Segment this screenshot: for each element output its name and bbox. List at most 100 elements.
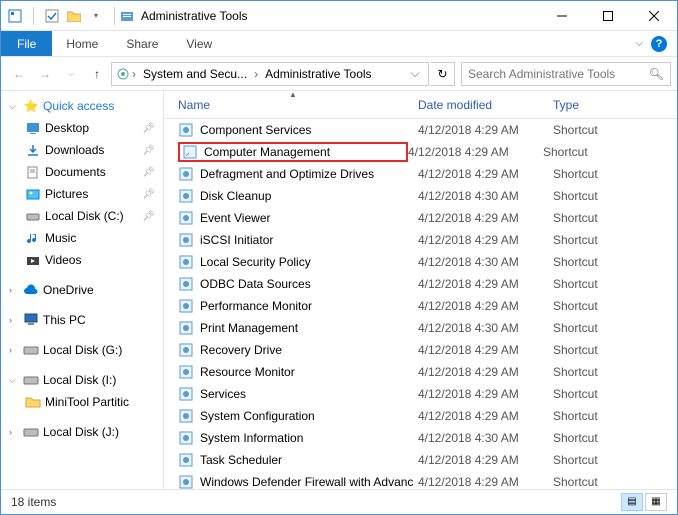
column-date[interactable]: Date modified (418, 98, 553, 112)
sidebar-item[interactable]: Local Disk (C:)📌︎ (1, 205, 163, 227)
file-name: iSCSI Initiator (200, 233, 418, 247)
file-row[interactable]: Recovery Drive4/12/2018 4:29 AMShortcut (164, 339, 677, 361)
sidebar-thispc[interactable]: › This PC (1, 309, 163, 331)
recent-dropdown[interactable]: ⌵ (59, 62, 83, 86)
file-row[interactable]: Performance Monitor4/12/2018 4:29 AMShor… (164, 295, 677, 317)
item-icon (25, 142, 41, 158)
column-type[interactable]: Type (553, 98, 579, 112)
search-icon[interactable]: 🔍︎ (649, 67, 664, 81)
shortcut-icon (178, 276, 194, 292)
file-type: Shortcut (553, 277, 598, 291)
search-input[interactable] (468, 67, 649, 81)
properties-icon[interactable] (7, 8, 23, 24)
expand-ribbon-icon[interactable]: ⌵ (635, 38, 643, 49)
file-row[interactable]: Resource Monitor4/12/2018 4:29 AMShortcu… (164, 361, 677, 383)
caret-icon[interactable]: › (9, 285, 19, 295)
file-type: Shortcut (553, 431, 598, 445)
back-button[interactable]: ← (7, 62, 31, 86)
minimize-button[interactable] (539, 1, 585, 31)
breadcrumb-item[interactable]: Administrative Tools (260, 67, 377, 81)
details-view-button[interactable]: ▤ (621, 493, 643, 511)
caret-icon[interactable]: › (9, 427, 19, 437)
file-row[interactable]: Services4/12/2018 4:29 AMShortcut (164, 383, 677, 405)
file-row[interactable]: iSCSI Initiator4/12/2018 4:29 AMShortcut (164, 229, 677, 251)
sidebar-item[interactable]: Music (1, 227, 163, 249)
tab-view[interactable]: View (172, 31, 226, 56)
shortcut-icon (182, 144, 198, 160)
folder-icon[interactable] (66, 8, 82, 24)
sidebar-quick-access[interactable]: ⌵ ⭐ Quick access (1, 95, 163, 117)
file-name: ODBC Data Sources (200, 277, 418, 291)
checkbox-icon[interactable] (44, 8, 60, 24)
file-type: Shortcut (553, 409, 598, 423)
caret-icon[interactable]: ⌵ (9, 101, 19, 112)
sidebar-item[interactable]: Videos (1, 249, 163, 271)
pin-icon: 📌︎ (142, 167, 155, 178)
tab-share[interactable]: Share (112, 31, 172, 56)
file-row[interactable]: Windows Defender Firewall with Advanc4/1… (164, 471, 677, 489)
item-icon (25, 120, 41, 136)
caret-icon[interactable]: › (9, 315, 19, 325)
maximize-button[interactable] (585, 1, 631, 31)
file-row[interactable]: Computer Management4/12/2018 4:29 AMShor… (164, 141, 677, 163)
refresh-button[interactable]: ↻ (431, 62, 455, 86)
file-row[interactable]: System Information4/12/2018 4:30 AMShort… (164, 427, 677, 449)
control-panel-icon[interactable] (116, 67, 130, 81)
sidebar-item-label: This PC (43, 313, 86, 327)
file-list[interactable]: Component Services4/12/2018 4:29 AMShort… (164, 119, 677, 489)
file-name: Recovery Drive (200, 343, 418, 357)
shortcut-icon (178, 210, 194, 226)
sidebar-drive[interactable]: ›Local Disk (G:) (1, 339, 163, 361)
search-box[interactable]: 🔍︎ (461, 62, 671, 86)
sidebar-item[interactable]: Desktop📌︎ (1, 117, 163, 139)
caret-icon[interactable]: › (9, 345, 19, 355)
breadcrumb-item[interactable]: System and Secu... (138, 67, 252, 81)
chevron-icon[interactable]: › (132, 67, 136, 81)
sidebar-drive[interactable]: ⌵Local Disk (I:) (1, 369, 163, 391)
up-button[interactable]: ↑ (85, 62, 109, 86)
breadcrumb[interactable]: › System and Secu... › Administrative To… (111, 62, 429, 86)
sidebar-item-label: Pictures (45, 187, 88, 201)
sidebar-drive[interactable]: ›Local Disk (J:) (1, 421, 163, 443)
file-row[interactable]: System Configuration4/12/2018 4:29 AMSho… (164, 405, 677, 427)
chevron-icon[interactable]: › (254, 67, 258, 81)
caret-icon[interactable]: ⌵ (9, 375, 19, 386)
sidebar-item[interactable]: Documents📌︎ (1, 161, 163, 183)
file-date: 4/12/2018 4:29 AM (418, 475, 553, 489)
file-name: Print Management (200, 321, 418, 335)
file-tab[interactable]: File (1, 31, 52, 56)
file-row[interactable]: Task Scheduler4/12/2018 4:29 AMShortcut (164, 449, 677, 471)
help-icon[interactable]: ? (651, 36, 667, 52)
file-row[interactable]: Component Services4/12/2018 4:29 AMShort… (164, 119, 677, 141)
breadcrumb-dropdown[interactable]: ⌵ (406, 66, 424, 81)
sidebar-item[interactable]: Pictures📌︎ (1, 183, 163, 205)
dropdown-icon[interactable]: ▾ (88, 8, 104, 24)
file-row[interactable]: Disk Cleanup4/12/2018 4:30 AMShortcut (164, 185, 677, 207)
file-row[interactable]: ODBC Data Sources4/12/2018 4:29 AMShortc… (164, 273, 677, 295)
sidebar-item-label: Downloads (45, 143, 104, 157)
file-name: Windows Defender Firewall with Advanc (200, 475, 418, 489)
file-row[interactable]: Event Viewer4/12/2018 4:29 AMShortcut (164, 207, 677, 229)
file-name: Task Scheduler (200, 453, 418, 467)
sidebar-onedrive[interactable]: › OneDrive (1, 279, 163, 301)
sidebar-item-label: OneDrive (43, 283, 94, 297)
close-button[interactable] (631, 1, 677, 31)
file-row[interactable]: Defragment and Optimize Drives4/12/2018 … (164, 163, 677, 185)
file-type: Shortcut (553, 189, 598, 203)
sidebar-item-label: Music (45, 231, 76, 245)
forward-button[interactable]: → (33, 62, 57, 86)
file-date: 4/12/2018 4:29 AM (418, 233, 553, 247)
file-name: Defragment and Optimize Drives (200, 167, 418, 181)
tab-home[interactable]: Home (52, 31, 112, 56)
sidebar-folder[interactable]: MiniTool Partitic (1, 391, 163, 413)
file-row[interactable]: Print Management4/12/2018 4:30 AMShortcu… (164, 317, 677, 339)
item-icon (25, 164, 41, 180)
file-row[interactable]: Local Security Policy4/12/2018 4:30 AMSh… (164, 251, 677, 273)
shortcut-icon (178, 342, 194, 358)
sidebar-item-label: Videos (45, 253, 81, 267)
column-name[interactable]: Name▲ (178, 98, 418, 112)
sidebar-item[interactable]: Downloads📌︎ (1, 139, 163, 161)
file-type: Shortcut (553, 299, 598, 313)
pc-icon (23, 312, 39, 328)
icons-view-button[interactable]: ▦ (645, 493, 667, 511)
